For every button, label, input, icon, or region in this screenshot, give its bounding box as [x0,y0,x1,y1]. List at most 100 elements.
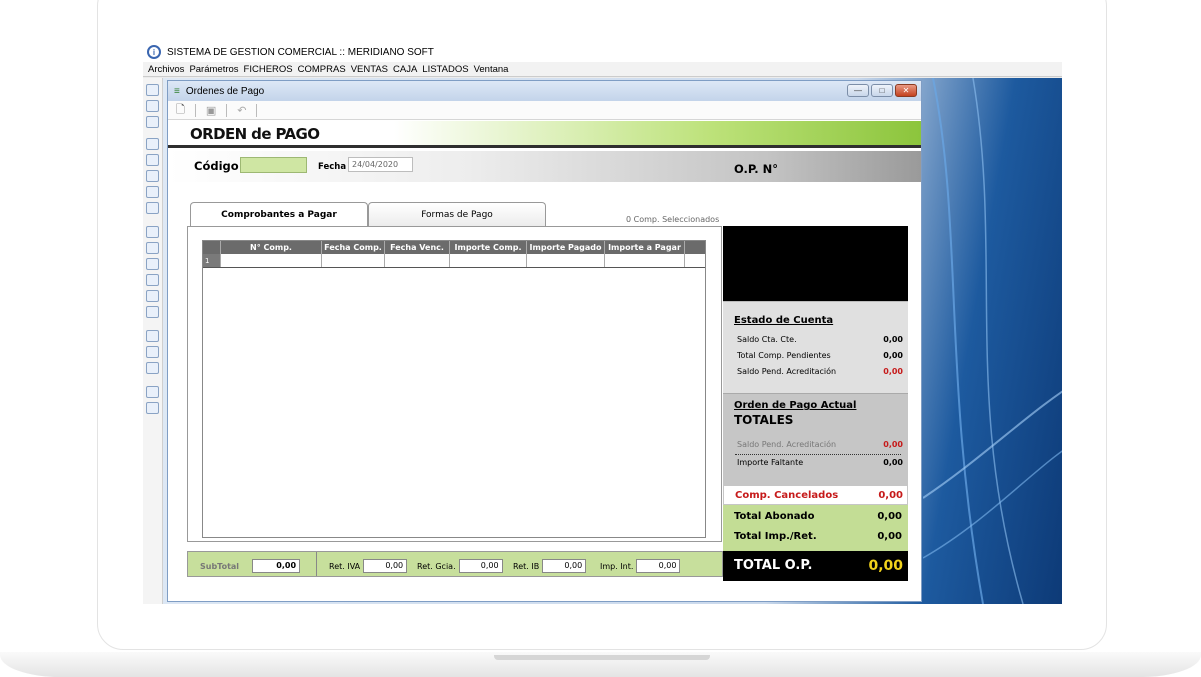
toolbar-separator [256,103,258,117]
codigo-input[interactable] [240,157,307,173]
tool-icon[interactable] [146,154,159,166]
total-op-value: 0,00 [868,558,903,574]
fecha-input[interactable]: 24/04/2020 [348,157,413,172]
actual-label: Importe Faltante [737,458,804,467]
tool-icon[interactable] [146,138,159,150]
tool-icon[interactable] [146,290,159,302]
undo-icon[interactable]: ↶ [237,104,246,117]
grid-filler [685,254,705,267]
tool-icon[interactable] [146,242,159,254]
tab-formas-de-pago[interactable]: Formas de Pago [368,202,546,226]
ret-iva-field[interactable]: 0,00 [363,559,408,573]
tool-icon[interactable] [146,346,159,358]
comp-cancelados-value: 0,00 [878,490,903,501]
estado-row: Saldo Cta. Cte. 0,00 [737,335,903,344]
window-title-bar: ≡ Ordenes de Pago — □ ✕ [168,81,921,101]
bottom-totals-bar: SubTotal 0,00 Ret. IVA 0,00 Ret. Gcia. 0… [187,551,723,577]
tab-panel: N° Comp. Fecha Comp. Fecha Venc. Importe… [187,226,722,542]
wallpaper-swirl [923,78,1062,604]
actual-value: 0,00 [883,440,903,449]
tool-icon[interactable] [146,330,159,342]
tool-icon[interactable] [146,170,159,182]
tool-icon[interactable] [146,386,159,398]
menu-ficheros[interactable]: FICHEROS [244,64,293,75]
ret-iva-label: Ret. IVA [329,561,361,571]
estado-cuenta-panel: Estado de Cuenta Saldo Cta. Cte. 0,00 To… [723,301,908,393]
screen: i SISTEMA DE GESTION COMERCIAL :: MERIDI… [143,42,1062,604]
ret-ib-field[interactable]: 0,00 [542,559,587,573]
subtotal-label: SubTotal [200,561,240,571]
ret-gcia-label: Ret. Gcia. [417,561,456,571]
estado-label: Saldo Cta. Cte. [737,335,797,344]
maximize-button[interactable]: □ [871,84,893,97]
column-header[interactable]: Fecha Venc. [385,241,450,254]
subtotal-field[interactable]: 0,00 [252,559,301,573]
imp-int-field[interactable]: 0,00 [636,559,681,573]
menu-listados[interactable]: LISTADOS [422,64,468,75]
menu-parametros[interactable]: Parámetros [189,64,238,75]
toolbar-separator [226,103,228,117]
estado-row: Total Comp. Pendientes 0,00 [737,351,903,360]
table-cell[interactable] [450,254,527,267]
estado-value: 0,00 [883,335,903,344]
column-header[interactable]: Fecha Comp. [322,241,385,254]
info-band: Código Fecha 24/04/2020 O.P. N° [168,151,921,182]
actual-value: 0,00 [883,458,903,467]
table-cell[interactable] [322,254,385,267]
table-cell[interactable] [605,254,685,267]
table-cell[interactable] [385,254,450,267]
table-row[interactable]: 1 [203,254,705,268]
column-header[interactable]: Importe Comp. [450,241,527,254]
actual-label: Saldo Pend. Acreditación [737,440,837,449]
actual-row: Importe Faltante 0,00 [737,458,903,467]
menu-compras[interactable]: COMPRAS [298,64,346,75]
mdi-desktop: ≡ Ordenes de Pago — □ ✕ 🗋 ▣ ↶ ORDEN de P… [163,78,1062,604]
menu-caja[interactable]: CAJA [393,64,417,75]
comp-cancelados-label: Comp. Cancelados [735,490,839,501]
tool-icon[interactable] [146,186,159,198]
table-cell[interactable] [221,254,322,267]
tool-icon[interactable] [146,258,159,270]
column-header[interactable]: Importe a Pagar [605,241,685,254]
orden-actual-title: Orden de Pago Actual [734,400,857,411]
document-toolbar: 🗋 ▣ ↶ [168,101,921,120]
codigo-label: Código [194,159,239,173]
orden-actual-panel: Orden de Pago Actual TOTALES Saldo Pend.… [723,393,908,485]
table-cell[interactable] [527,254,605,267]
tool-icon[interactable] [146,274,159,286]
menu-ventana[interactable]: Ventana [474,64,509,75]
estado-label: Total Comp. Pendientes [737,351,831,360]
totals-block: Total Abonado 0,00 Total Imp./Ret. 0,00 [723,505,908,551]
tool-icon[interactable] [146,306,159,318]
tool-icon[interactable] [146,100,159,112]
tool-icon[interactable] [146,362,159,374]
grid-header: N° Comp. Fecha Comp. Fecha Venc. Importe… [203,241,705,254]
imp-int-label: Imp. Int. [600,561,634,571]
minimize-button[interactable]: — [847,84,869,97]
total-imp-value: 0,00 [877,531,902,542]
window-icon: ≡ [174,85,180,97]
column-header[interactable]: Importe Pagado [527,241,605,254]
form-header: ORDEN de PAGO [168,121,921,148]
toolbar-separator [194,103,196,117]
close-button[interactable]: ✕ [895,84,917,97]
column-header[interactable]: N° Comp. [221,241,322,254]
menu-archivos[interactable]: Archivos [148,64,184,75]
op-number-label: O.P. N° [734,162,778,176]
tool-icon[interactable] [146,202,159,214]
new-document-icon[interactable]: 🗋 [176,101,185,120]
tab-comprobantes[interactable]: Comprobantes a Pagar [190,202,368,226]
estado-label: Saldo Pend. Acreditación [737,367,837,376]
ret-gcia-field[interactable]: 0,00 [458,559,503,573]
tool-icon[interactable] [146,84,159,96]
menu-ventas[interactable]: VENTAS [351,64,388,75]
tool-icon[interactable] [146,116,159,128]
tool-icon[interactable] [146,226,159,238]
tool-icon[interactable] [146,402,159,414]
total-abonado-label: Total Abonado [734,511,815,522]
totales-title: TOTALES [734,413,794,427]
save-icon[interactable]: ▣ [206,104,216,117]
selected-count: 0 Comp. Seleccionados [626,215,720,224]
comprobantes-grid[interactable]: N° Comp. Fecha Comp. Fecha Venc. Importe… [202,240,706,538]
row-number: 1 [203,254,221,267]
